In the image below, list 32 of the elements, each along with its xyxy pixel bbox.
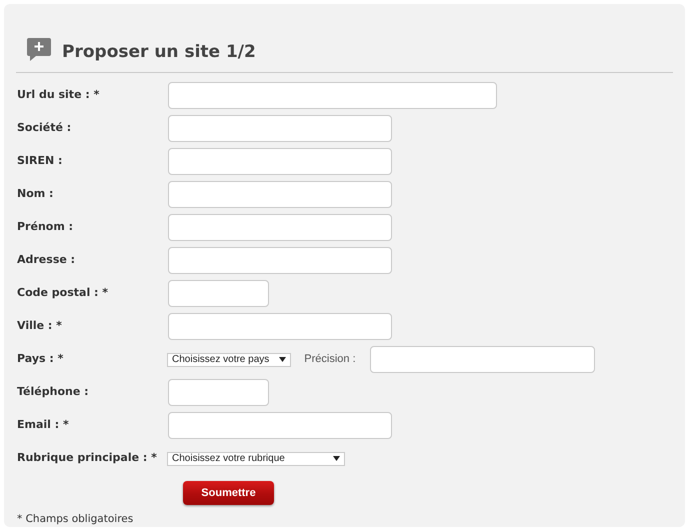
page-title: Proposer un site 1/2 [62,44,256,63]
input-field[interactable] [168,313,392,340]
comment-add-icon [26,37,52,63]
field-label: Pays : * [16,351,64,368]
dropdown[interactable]: Choisissez votre pays [167,352,292,366]
input-field[interactable] [168,181,392,208]
field-label: Rubrique principale : * [16,450,158,466]
field-label: Ville : * [16,318,63,334]
field-label: Email : * [16,417,70,434]
field-label: Code postal : * [16,285,110,302]
input-field[interactable] [168,280,269,307]
required-fields-note: * Champs obligatoires [16,512,134,527]
field-label: Téléphone : [16,384,90,400]
caret-icon [279,357,286,362]
field-label: Prénom : [16,219,74,236]
input-field[interactable] [370,346,595,373]
caret-icon [333,456,340,461]
input-field[interactable] [168,214,392,241]
field-label: Adresse : [16,252,76,268]
field-label: Société : [16,120,72,136]
input-field[interactable] [168,115,392,142]
field-label: Précision : [304,352,356,368]
input-field[interactable] [168,82,497,109]
dropdown[interactable]: Choisissez votre rubrique [167,452,345,466]
input-field[interactable] [168,412,392,439]
input-field[interactable] [168,148,392,175]
field-label: Url du site : * [16,87,100,104]
input-field[interactable] [168,247,392,274]
input-field[interactable] [168,379,269,406]
field-label: SIREN : [16,153,64,170]
submit-button[interactable]: Soumettre [183,481,274,505]
field-label: Nom : [16,186,54,202]
